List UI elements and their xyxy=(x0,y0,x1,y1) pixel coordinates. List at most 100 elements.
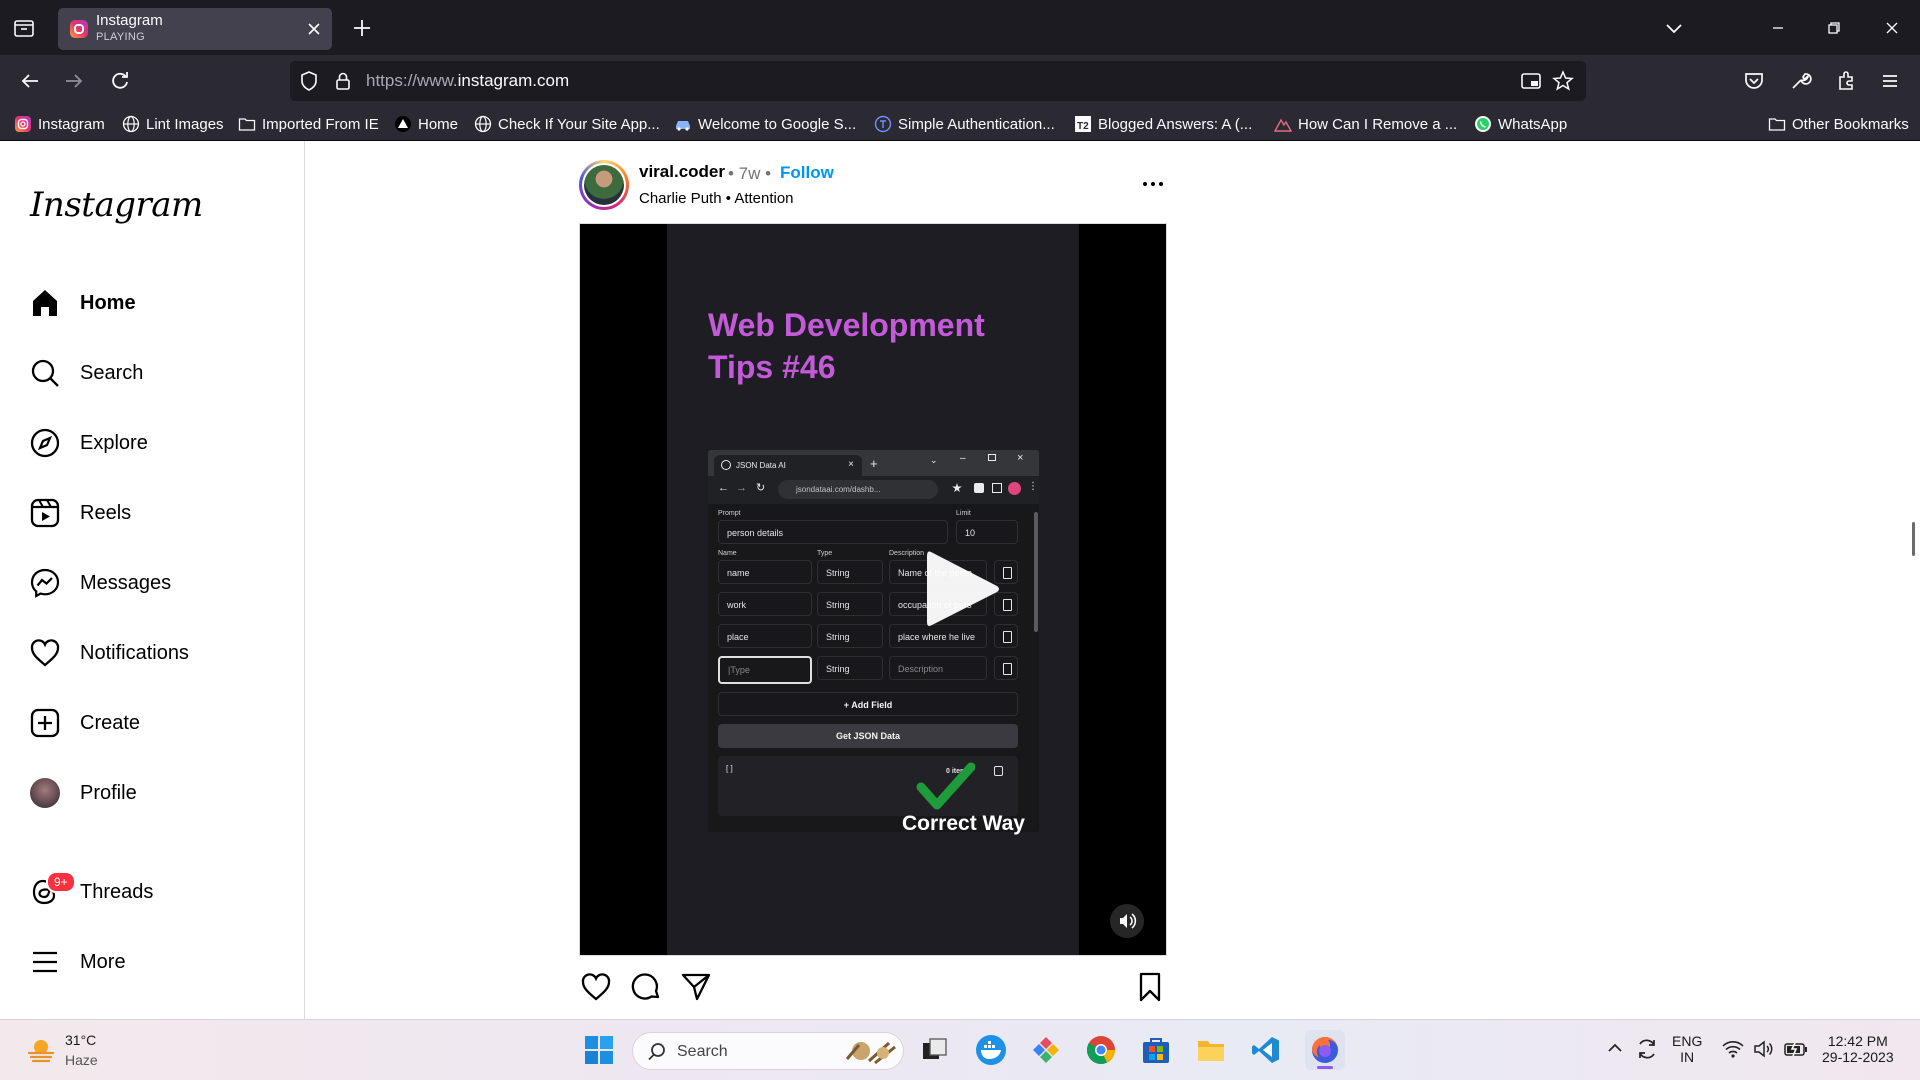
field-name-value: place xyxy=(727,632,749,642)
windows-start-icon[interactable] xyxy=(583,1034,615,1066)
url-scheme: https://www. xyxy=(366,71,458,90)
comment-icon[interactable] xyxy=(629,970,663,1004)
bookmark-label: Simple Authentication... xyxy=(898,115,1055,133)
audio-volume-icon[interactable] xyxy=(1110,904,1144,938)
page-scrollbar-thumb[interactable] xyxy=(1912,522,1915,556)
field-description: Description xyxy=(889,656,987,680)
microsoft-store-icon[interactable] xyxy=(1140,1034,1172,1066)
clock[interactable]: 12:42 PM 29-12-2023 xyxy=(1822,1033,1894,1065)
chevron-up-icon[interactable] xyxy=(1603,1036,1627,1060)
vscode-icon[interactable] xyxy=(1250,1034,1282,1066)
url-text[interactable]: https://www.instagram.com xyxy=(366,71,569,91)
tracking-shield-icon[interactable] xyxy=(298,70,320,92)
post-audio-link[interactable]: Charlie Puth • Attention xyxy=(639,190,794,207)
other-bookmarks[interactable]: Other Bookmarks xyxy=(1768,113,1909,135)
sidebar-item-reels[interactable]: Reels xyxy=(28,489,288,537)
new-tab-icon[interactable] xyxy=(350,16,374,40)
sync-icon[interactable] xyxy=(1634,1036,1660,1062)
prompt-value: person details xyxy=(727,528,784,538)
openai-icon xyxy=(721,460,731,470)
restore-icon[interactable] xyxy=(1820,14,1848,42)
browser-tab-instagram[interactable]: Instagram PLAYING xyxy=(58,8,332,50)
volume-icon[interactable] xyxy=(1752,1037,1776,1061)
bookmark-simple-auth[interactable]: Simple Authentication... xyxy=(874,113,1055,135)
sidebar-item-create[interactable]: Create xyxy=(28,699,288,747)
pocket-icon[interactable] xyxy=(1740,67,1768,95)
sidebar-item-search[interactable]: Search xyxy=(28,349,288,397)
bookmark-imported-from-ie[interactable]: Imported From IE xyxy=(238,113,379,135)
sidebar-item-threads[interactable]: 9+ Threads xyxy=(28,868,288,916)
reload-icon: ↻ xyxy=(756,482,766,494)
back-icon[interactable] xyxy=(16,67,44,95)
picture-in-picture-icon[interactable] xyxy=(1520,70,1542,92)
forward-icon[interactable] xyxy=(60,67,88,95)
mountain-icon xyxy=(1274,115,1292,133)
photos-icon[interactable] xyxy=(1030,1034,1062,1066)
hamburger-menu-icon xyxy=(28,945,62,979)
extensions-icon[interactable] xyxy=(1832,67,1860,95)
field-name: place xyxy=(718,624,812,648)
file-explorer-icon[interactable] xyxy=(1195,1034,1227,1066)
taskbar-search-box[interactable]: Search xyxy=(632,1032,904,1070)
bookmarks-toolbar: Instagram Lint Images Imported From IE H… xyxy=(0,107,1920,141)
weather-haze-icon[interactable] xyxy=(26,1036,56,1066)
bookmark-instagram[interactable]: Instagram xyxy=(14,113,105,135)
task-view-icon[interactable] xyxy=(919,1034,951,1066)
sidebar-item-profile[interactable]: Profile xyxy=(28,769,288,817)
wrench-icon[interactable] xyxy=(1786,67,1814,95)
tab-list-icon[interactable] xyxy=(12,16,36,40)
minimize-icon: – xyxy=(960,453,966,464)
address-bar[interactable]: https://www.instagram.com xyxy=(290,61,1586,101)
post-video[interactable]: Web Development Tips #46 JSON Data AI × … xyxy=(579,223,1167,956)
sidebar-item-notifications[interactable]: Notifications xyxy=(28,629,288,677)
instagram-logo[interactable]: Instagram xyxy=(30,185,203,225)
sidebar-item-label: Create xyxy=(80,711,141,734)
weather-temperature[interactable]: 31°C xyxy=(65,1032,96,1048)
share-send-icon[interactable] xyxy=(679,970,713,1004)
sidebar-item-home[interactable]: Home xyxy=(28,279,288,327)
field-type: String xyxy=(817,656,883,680)
follow-button[interactable]: Follow xyxy=(780,163,834,183)
post-username[interactable]: viral.coder xyxy=(639,162,725,182)
field-type-value: String xyxy=(826,568,850,578)
sidebar-item-messages[interactable]: Messages xyxy=(28,559,288,607)
post-time[interactable]: • 7w • xyxy=(728,164,771,184)
bookmark-whatsapp[interactable]: WhatsApp xyxy=(1474,113,1567,135)
video-caption: Correct Way xyxy=(902,812,1025,835)
audio-song: Attention xyxy=(734,190,794,207)
bookmark-check-site[interactable]: Check If Your Site App... xyxy=(474,113,660,135)
bookmark-blogged-answers[interactable]: T2 Blogged Answers: A (... xyxy=(1074,113,1252,135)
wifi-icon[interactable] xyxy=(1721,1037,1745,1061)
sidebar-item-more[interactable]: More xyxy=(28,938,288,986)
sidebar-item-label: Home xyxy=(80,291,136,314)
field-name-value: |Type xyxy=(728,665,750,675)
save-bookmark-icon[interactable] xyxy=(1133,970,1167,1004)
bookmark-home[interactable]: Home xyxy=(394,113,458,135)
more-options-icon[interactable] xyxy=(1139,170,1167,198)
chrome-icon[interactable] xyxy=(1085,1034,1117,1066)
list-all-tabs-icon[interactable] xyxy=(1660,14,1688,42)
bookmark-lint-images[interactable]: Lint Images xyxy=(122,113,224,135)
like-heart-icon[interactable] xyxy=(579,970,613,1004)
post-author-avatar[interactable] xyxy=(579,160,629,210)
hamburger-menu-icon[interactable] xyxy=(1876,67,1904,95)
get-json-label: Get JSON Data xyxy=(835,731,901,741)
battery-charging-icon[interactable] xyxy=(1783,1037,1809,1061)
field-description-value: Description xyxy=(898,664,944,674)
input-language[interactable]: ENG IN xyxy=(1672,1033,1702,1065)
bookmark-how-can-i-remove[interactable]: How Can I Remove a ... xyxy=(1274,113,1457,135)
close-tab-icon[interactable] xyxy=(306,21,322,37)
reload-icon[interactable] xyxy=(106,67,134,95)
docker-icon[interactable] xyxy=(975,1034,1007,1066)
get-json-button: Get JSON Data xyxy=(718,724,1018,748)
add-field-button: + Add Field xyxy=(718,692,1018,716)
minimize-icon[interactable] xyxy=(1764,14,1792,42)
lock-icon[interactable] xyxy=(332,70,354,92)
weather-description[interactable]: Haze xyxy=(65,1052,98,1068)
play-icon[interactable] xyxy=(923,546,1003,632)
bookmark-welcome-google[interactable]: Welcome to Google S... xyxy=(674,113,856,135)
firefox-taskbar-button[interactable] xyxy=(1305,1030,1345,1070)
sidebar-item-explore[interactable]: Explore xyxy=(28,419,288,467)
bookmark-star-icon[interactable] xyxy=(1552,70,1574,92)
close-window-icon[interactable] xyxy=(1878,14,1906,42)
